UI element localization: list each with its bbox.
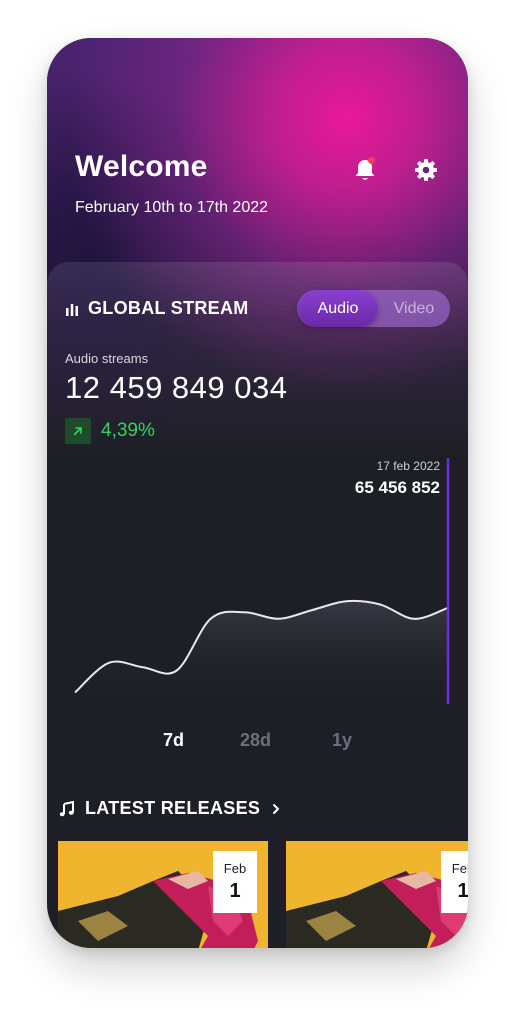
music-note-icon: [59, 800, 74, 816]
toggle-audio[interactable]: Audio: [298, 290, 378, 327]
release-date-badge: Feb 1: [213, 851, 257, 913]
notification-badge: [368, 157, 375, 164]
release-month: Feb: [223, 861, 247, 876]
settings-button[interactable]: [413, 157, 439, 183]
global-stream-title: GLOBAL STREAM: [88, 298, 249, 318]
global-stream-header: GLOBAL STREAM: [65, 298, 249, 319]
stream-line-chart[interactable]: [47, 448, 468, 708]
latest-releases-title: LATEST RELEASES: [85, 798, 261, 818]
streams-total: 12 459 849 034: [65, 370, 288, 405]
streams-label: Audio streams: [65, 351, 149, 366]
tab-7d[interactable]: 7d: [163, 730, 184, 751]
change-percent: 4,39%: [101, 420, 155, 441]
tab-1y[interactable]: 1y: [332, 730, 352, 751]
release-card[interactable]: Feb 1: [286, 841, 468, 948]
release-card[interactable]: Feb 1: [58, 841, 268, 948]
bar-chart-icon: [66, 303, 78, 316]
date-range: February 10th to 17th 2022: [75, 199, 269, 216]
release-month: Feb: [451, 861, 468, 876]
release-day: 1: [229, 880, 241, 902]
toggle-video[interactable]: Video: [378, 290, 450, 327]
release-date-badge: Feb 1: [441, 851, 468, 913]
notifications-button[interactable]: [351, 156, 379, 184]
arrow-up-right-icon: [73, 427, 82, 436]
page-title: Welcome: [75, 150, 208, 183]
release-day: 1: [457, 880, 468, 902]
phone-screen: Welcome February 10th to 17th 2022 GLOBA…: [47, 38, 468, 948]
media-type-toggle[interactable]: Audio Video: [297, 290, 450, 327]
chevron-right-icon: [273, 803, 280, 814]
gear-icon: [415, 159, 437, 181]
tab-28d[interactable]: 28d: [240, 730, 271, 751]
range-tabs: 7d 28d 1y: [47, 730, 468, 754]
chart-area-fill: [75, 600, 448, 708]
latest-releases-header[interactable]: LATEST RELEASES: [59, 798, 282, 819]
trend-up-badge: [65, 418, 91, 444]
